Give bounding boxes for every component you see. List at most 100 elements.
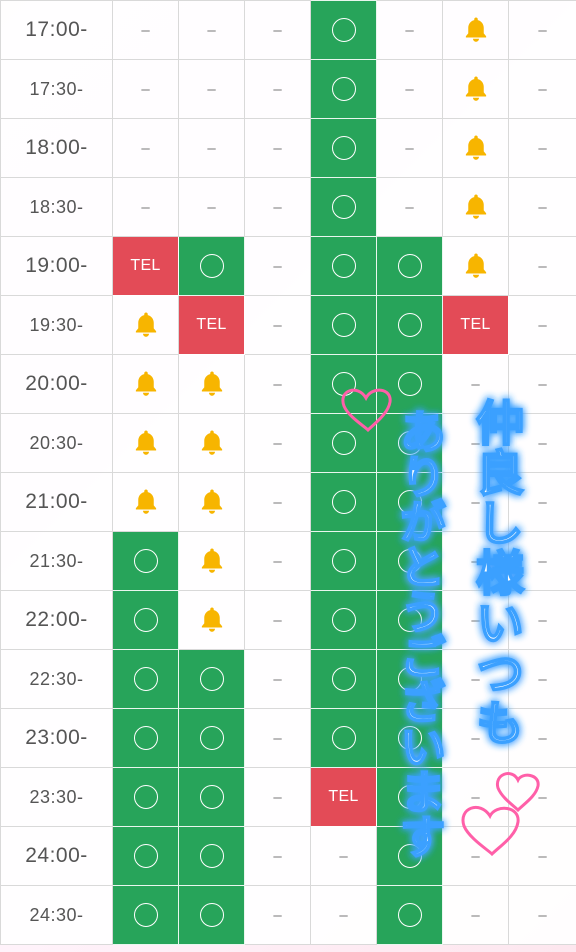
slot-available[interactable] [376, 649, 443, 709]
slot-available[interactable] [112, 531, 179, 591]
slot-available[interactable] [376, 354, 443, 414]
slot-available[interactable] [178, 885, 245, 945]
slot-available[interactable] [310, 295, 377, 355]
slot-available[interactable] [310, 413, 377, 473]
slot-unavailable: – [442, 826, 509, 886]
slot-bell[interactable] [112, 413, 179, 473]
slot-bell[interactable] [178, 472, 245, 532]
slot-bell[interactable] [178, 590, 245, 650]
slot-available[interactable] [376, 472, 443, 532]
circle-icon [331, 431, 356, 455]
slot-unavailable: – [244, 118, 311, 178]
slot-available[interactable] [310, 0, 377, 60]
slot-available[interactable] [376, 826, 443, 886]
dash-label: – [141, 139, 150, 157]
slot-available[interactable] [178, 767, 245, 827]
slot-bell[interactable] [112, 295, 179, 355]
slot-available[interactable] [310, 531, 377, 591]
circle-icon [331, 549, 356, 573]
bell-icon [197, 371, 227, 396]
dash-label: – [273, 80, 282, 98]
circle-icon [397, 608, 422, 632]
slot-available[interactable] [310, 649, 377, 709]
slot-available[interactable] [178, 826, 245, 886]
circle-icon [331, 490, 356, 514]
dash-label: – [339, 847, 348, 865]
slot-available[interactable] [112, 590, 179, 650]
slot-bell[interactable] [442, 118, 509, 178]
slot-unavailable: – [112, 118, 179, 178]
slot-unavailable: – [508, 590, 576, 650]
slot-available[interactable] [376, 236, 443, 296]
slot-available[interactable] [376, 708, 443, 768]
slot-tel[interactable]: TEL [310, 767, 377, 827]
slot-bell[interactable] [442, 0, 509, 60]
slot-bell[interactable] [178, 413, 245, 473]
slot-bell[interactable] [112, 354, 179, 414]
slot-available[interactable] [178, 649, 245, 709]
slot-available[interactable] [310, 59, 377, 119]
dash-label: – [339, 906, 348, 924]
slot-unavailable: – [376, 0, 443, 60]
slot-unavailable: – [442, 531, 509, 591]
slot-unavailable: – [508, 354, 576, 414]
dash-label: – [141, 198, 150, 216]
slot-available[interactable] [310, 708, 377, 768]
slot-available[interactable] [310, 590, 377, 650]
slot-available[interactable] [112, 649, 179, 709]
dash-label: – [471, 906, 480, 924]
slot-unavailable: – [376, 177, 443, 237]
dash-label: – [273, 257, 282, 275]
dash-label: – [471, 670, 480, 688]
slot-tel[interactable]: TEL [112, 236, 179, 296]
slot-available[interactable] [310, 236, 377, 296]
slot-tel[interactable]: TEL [178, 295, 245, 355]
slot-available[interactable] [310, 118, 377, 178]
dash-label: – [273, 375, 282, 393]
slot-available[interactable] [376, 885, 443, 945]
slot-available[interactable] [112, 708, 179, 768]
circle-icon [397, 844, 422, 868]
slot-available[interactable] [376, 590, 443, 650]
slot-bell[interactable] [112, 472, 179, 532]
circle-icon [133, 844, 158, 868]
slot-available[interactable] [310, 177, 377, 237]
table-row: 23:30- – TEL – – [0, 767, 576, 827]
slot-unavailable: – [508, 177, 576, 237]
circle-icon [397, 431, 422, 455]
table-row: 22:00- – – – [0, 590, 576, 650]
slot-available[interactable] [376, 413, 443, 473]
slot-available[interactable] [112, 767, 179, 827]
slot-tel[interactable]: TEL [442, 295, 509, 355]
slot-unavailable: – [112, 0, 179, 60]
slot-bell[interactable] [178, 531, 245, 591]
slot-bell[interactable] [442, 177, 509, 237]
dash-label: – [538, 847, 547, 865]
slot-available[interactable] [178, 708, 245, 768]
slot-unavailable: – [244, 236, 311, 296]
slot-bell[interactable] [178, 354, 245, 414]
schedule-table: 17:00- – – – – – 17:30- – – – – – 18:00- – – – – – 18:30- –… [0, 0, 576, 945]
dash-label: – [207, 80, 216, 98]
slot-bell[interactable] [442, 236, 509, 296]
slot-unavailable: – [178, 177, 245, 237]
slot-available[interactable] [376, 531, 443, 591]
slot-available[interactable] [376, 767, 443, 827]
slot-available[interactable] [376, 295, 443, 355]
slot-available[interactable] [310, 354, 377, 414]
slot-available[interactable] [310, 472, 377, 532]
slot-unavailable: – [244, 531, 311, 591]
slot-available[interactable] [112, 826, 179, 886]
dash-label: – [538, 434, 547, 452]
dash-label: – [538, 198, 547, 216]
slot-unavailable: – [508, 413, 576, 473]
slot-unavailable: – [442, 354, 509, 414]
table-row: 17:00- – – – – – [0, 0, 576, 60]
dash-label: – [538, 80, 547, 98]
slot-available[interactable] [178, 236, 245, 296]
slot-bell[interactable] [442, 59, 509, 119]
circle-icon [199, 254, 224, 278]
slot-unavailable: – [508, 295, 576, 355]
slot-available[interactable] [112, 885, 179, 945]
dash-label: – [207, 198, 216, 216]
